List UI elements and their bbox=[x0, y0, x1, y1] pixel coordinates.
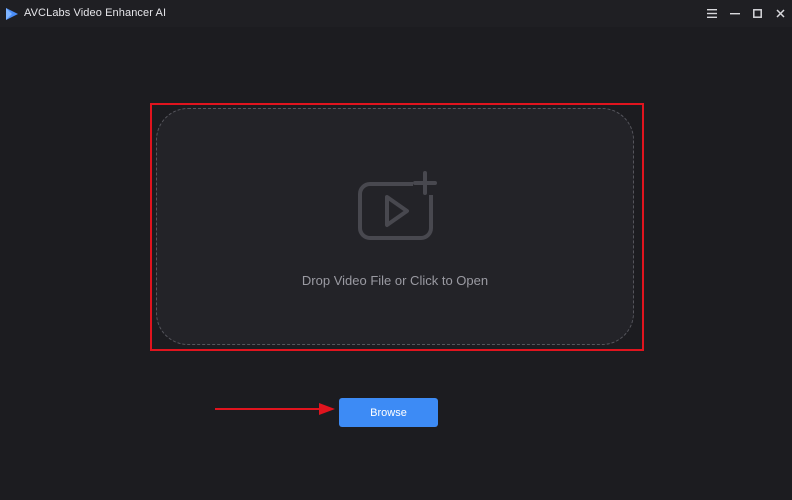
close-icon bbox=[776, 9, 785, 18]
window-controls bbox=[700, 0, 792, 27]
drop-zone-label: Drop Video File or Click to Open bbox=[301, 273, 489, 288]
arrow-annotation bbox=[215, 403, 335, 415]
menu-button[interactable] bbox=[700, 0, 723, 27]
title-bar: AVCLabs Video Enhancer AI bbox=[0, 0, 792, 27]
maximize-icon bbox=[753, 9, 762, 18]
menu-icon bbox=[706, 9, 717, 18]
minimize-icon bbox=[729, 13, 740, 15]
browse-button[interactable]: Browse bbox=[339, 398, 438, 427]
maximize-button[interactable] bbox=[746, 0, 769, 27]
window-title: AVCLabs Video Enhancer AI bbox=[24, 7, 167, 19]
video-drop-zone[interactable]: Drop Video File or Click to Open bbox=[156, 108, 634, 345]
video-add-icon bbox=[358, 171, 437, 240]
app-logo-icon bbox=[6, 8, 18, 20]
app-window: AVCLabs Video Enhancer AI Drop Video Fil… bbox=[0, 0, 792, 500]
minimize-button[interactable] bbox=[723, 0, 746, 27]
close-button[interactable] bbox=[769, 0, 792, 27]
